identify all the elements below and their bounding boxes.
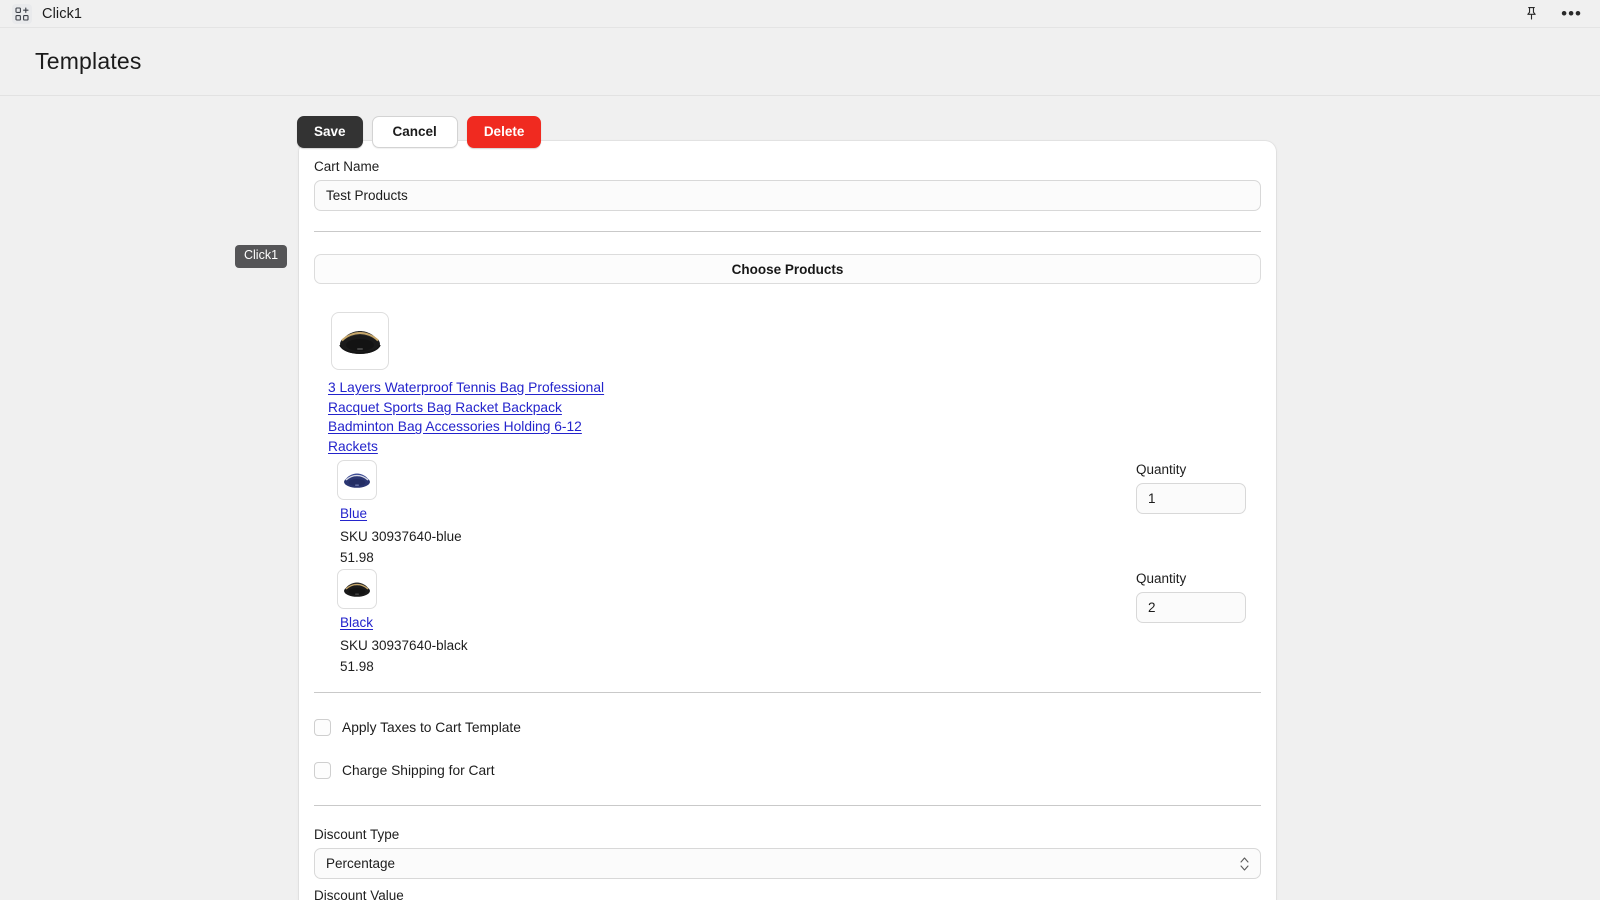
product-title-link[interactable]: 3 Layers Waterproof Tennis Bag Professio… <box>328 378 618 456</box>
top-bar: Click1 ••• <box>0 0 1600 28</box>
apply-taxes-row[interactable]: Apply Taxes to Cart Template <box>314 719 1261 736</box>
quantity-input[interactable] <box>1136 483 1246 514</box>
black-tennis-bag-thumbnail[interactable] <box>337 569 377 609</box>
apply-taxes-checkbox[interactable] <box>314 719 331 736</box>
delete-button[interactable]: Delete <box>467 116 542 148</box>
black-tennis-bag-thumbnail[interactable] <box>331 312 389 370</box>
variant-price: 51.98 <box>340 659 1261 674</box>
form-action-buttons: Save Cancel Delete <box>297 116 541 148</box>
variant-price: 51.98 <box>340 550 1261 565</box>
divider-after-checkboxes <box>314 805 1261 806</box>
quantity-input[interactable] <box>1136 592 1246 623</box>
click-tooltip: Click1 <box>235 245 287 268</box>
charge-shipping-checkbox[interactable] <box>314 762 331 779</box>
variant-name-link[interactable]: Black <box>340 615 373 630</box>
cart-name-label: Cart Name <box>314 159 1261 174</box>
charge-shipping-label: Charge Shipping for Cart <box>342 763 495 778</box>
pin-icon[interactable] <box>1524 6 1539 21</box>
variant-row: Blue SKU 30937640-blue 51.98 Quantity <box>314 460 1261 565</box>
app-title: Click1 <box>42 6 82 22</box>
more-horizontal-icon[interactable]: ••• <box>1561 9 1582 19</box>
blue-tennis-bag-thumbnail[interactable] <box>337 460 377 500</box>
variant-sku: SKU 30937640-blue <box>340 529 1261 544</box>
apps-grid-add-icon <box>12 4 32 24</box>
discount-value-label: Discount Value <box>314 888 1261 900</box>
divider-after-cart-name <box>314 231 1261 232</box>
cart-name-input[interactable] <box>314 180 1261 211</box>
discount-type-label: Discount Type <box>314 827 1261 842</box>
page-header: Templates <box>0 28 1600 96</box>
choose-products-button[interactable]: Choose Products <box>314 254 1261 284</box>
charge-shipping-row[interactable]: Charge Shipping for Cart <box>314 762 1261 779</box>
quantity-label: Quantity <box>1136 462 1246 477</box>
quantity-label: Quantity <box>1136 571 1246 586</box>
top-bar-actions: ••• <box>1524 6 1588 21</box>
variant-details: Black SKU 30937640-black 51.98 <box>320 569 1261 674</box>
variant-details: Blue SKU 30937640-blue 51.98 <box>320 460 1261 565</box>
cart-template-form-card: Cart Name Choose Products 3 Layers Water… <box>299 141 1276 900</box>
apply-taxes-label: Apply Taxes to Cart Template <box>342 720 521 735</box>
cancel-button[interactable]: Cancel <box>372 116 458 148</box>
save-button[interactable]: Save <box>297 116 363 148</box>
variant-row: Black SKU 30937640-black 51.98 Quantity <box>314 569 1261 674</box>
discount-type-select-wrap: Percentage <box>314 848 1261 879</box>
variant-sku: SKU 30937640-black <box>340 638 1261 653</box>
quantity-field: Quantity <box>1136 571 1246 623</box>
divider-after-products <box>314 692 1261 693</box>
discount-type-select[interactable]: Percentage <box>314 848 1261 879</box>
product-block: 3 Layers Waterproof Tennis Bag Professio… <box>314 312 1261 674</box>
content-area: Click1 Save Cancel Delete Cart Name Choo… <box>0 96 1600 899</box>
quantity-field: Quantity <box>1136 462 1246 514</box>
page-title: Templates <box>35 48 142 75</box>
variant-name-link[interactable]: Blue <box>340 506 367 521</box>
